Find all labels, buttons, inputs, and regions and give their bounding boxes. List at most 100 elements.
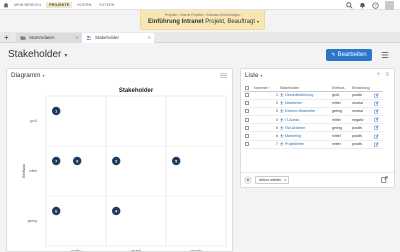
point-label: 1 bbox=[55, 109, 57, 113]
chevron-down-icon[interactable]: ▾ bbox=[64, 53, 67, 59]
project-header[interactable]: Projekte › Interne Projekte › Software-E… bbox=[140, 10, 265, 30]
stakeholder-link[interactable]: Mitarbeiter bbox=[285, 101, 302, 105]
cell-actions bbox=[373, 123, 383, 133]
table-row[interactable]: 1 Geschäftsführung groß positiv bbox=[244, 91, 383, 100]
stakeholder-link[interactable]: Geschäftsführung bbox=[285, 93, 313, 97]
pencil-icon: ✎ bbox=[331, 52, 336, 58]
row-checkbox[interactable] bbox=[245, 117, 249, 122]
edit-icon[interactable] bbox=[374, 92, 379, 98]
expand-button[interactable]: ▾ bbox=[244, 176, 252, 184]
cell-stakeholder[interactable]: Projektleiter bbox=[279, 140, 331, 149]
y-tick-label: groß bbox=[30, 119, 37, 123]
row-checkbox[interactable] bbox=[245, 125, 249, 130]
nav-extern[interactable]: EXTERN bbox=[96, 2, 117, 8]
table-row[interactable]: 5 SW-Anbieter gering positiv bbox=[244, 123, 383, 133]
row-select-cell[interactable] bbox=[244, 115, 253, 125]
select-all-checkbox[interactable] bbox=[245, 85, 249, 90]
row-select-cell[interactable] bbox=[244, 91, 253, 100]
plot-area bbox=[45, 95, 227, 247]
stakeholder-link[interactable]: Marketing bbox=[285, 134, 301, 138]
table-row[interactable]: 3 Externe Mitarbeiter gering neutral bbox=[244, 107, 383, 117]
edit-icon[interactable] bbox=[374, 125, 379, 131]
edit-icon[interactable] bbox=[374, 133, 379, 139]
project-title[interactable]: Einführung Intranet Projekt, Beauftragt ▾ bbox=[141, 19, 266, 25]
tab-label: Stammdaten bbox=[29, 35, 55, 40]
help-icon[interactable]: ? bbox=[372, 2, 379, 9]
cell-stakeholder[interactable]: Mitarbeiter bbox=[279, 99, 331, 108]
row-checkbox[interactable] bbox=[245, 142, 249, 147]
row-checkbox[interactable] bbox=[245, 134, 249, 139]
people-icon bbox=[280, 118, 284, 121]
list-panel: Liste ▾ + ≡ Nummer ↑ Stakeholder Einfluss… bbox=[240, 68, 395, 188]
cell-einfluss: gering bbox=[331, 107, 351, 117]
tab-stammdaten[interactable]: Stammdaten ✕ bbox=[16, 33, 82, 43]
chevron-down-icon[interactable]: ▾ bbox=[257, 19, 259, 24]
list-title[interactable]: Liste ▾ bbox=[245, 72, 263, 79]
cell-stakeholder[interactable]: IT-Admin bbox=[279, 115, 331, 125]
row-checkbox[interactable] bbox=[245, 101, 249, 106]
edit-icon[interactable] bbox=[374, 117, 379, 122]
cell-stakeholder[interactable]: Geschäftsführung bbox=[279, 91, 331, 100]
bell-icon[interactable] bbox=[359, 2, 366, 9]
stakeholder-link[interactable]: Projektleiter bbox=[285, 142, 304, 146]
edit-button-label: Bearbeiten bbox=[337, 52, 367, 58]
row-select-cell[interactable] bbox=[244, 140, 253, 149]
table-row[interactable]: 4 IT-Admin mittel negativ bbox=[244, 115, 383, 125]
row-select-cell[interactable] bbox=[244, 131, 253, 141]
cell-nummer: 5 bbox=[253, 123, 279, 133]
cell-nummer: 7 bbox=[253, 140, 279, 149]
tab-stakeholder[interactable]: Stakeholder ✕ bbox=[82, 33, 154, 43]
cell-einfluss: mittel bbox=[331, 99, 351, 108]
page-title-text: Stakeholder bbox=[8, 49, 62, 60]
table-row[interactable]: 6 Marketing mittel positiv bbox=[244, 131, 383, 141]
edit-icon[interactable] bbox=[374, 109, 379, 114]
people-icon bbox=[280, 142, 284, 146]
cell-stakeholder[interactable]: SW-Anbieter bbox=[279, 123, 331, 133]
stakeholder-chart: Stakeholder positiv neutral negativ groß mitt… bbox=[21, 88, 227, 251]
cell-actions bbox=[373, 107, 383, 117]
people-icon bbox=[280, 101, 284, 105]
stakeholder-link[interactable]: Externe Mitarbeiter bbox=[285, 109, 315, 113]
people-icon bbox=[280, 93, 284, 97]
point-label: 7 bbox=[55, 159, 57, 163]
row-checkbox[interactable] bbox=[245, 93, 249, 98]
search-icon[interactable] bbox=[346, 2, 353, 9]
stakeholder-link[interactable]: IT-Admin bbox=[285, 118, 299, 122]
nav-mein-bereich[interactable]: MEIN BEREICH bbox=[11, 2, 44, 8]
svg-text:?: ? bbox=[374, 3, 377, 8]
chevron-down-icon[interactable]: ▾ bbox=[261, 73, 263, 78]
folder-icon bbox=[20, 36, 26, 40]
sort-icon[interactable]: ↑ bbox=[269, 86, 271, 90]
cell-stakeholder[interactable]: Marketing bbox=[279, 131, 331, 141]
home-icon[interactable] bbox=[3, 2, 9, 8]
close-icon[interactable]: ✕ bbox=[148, 33, 151, 43]
action-select[interactable]: Aktion wählen ▾ bbox=[255, 176, 289, 184]
table-row[interactable]: 2 Mitarbeiter mittel neutral bbox=[244, 99, 383, 108]
export-icon[interactable] bbox=[381, 176, 388, 183]
row-checkbox[interactable] bbox=[245, 109, 249, 114]
nav-projekte[interactable]: PROJEKTE bbox=[46, 2, 73, 8]
edit-icon[interactable] bbox=[374, 142, 379, 147]
edit-icon[interactable] bbox=[374, 101, 379, 106]
row-select-cell[interactable] bbox=[244, 123, 253, 133]
breadcrumb[interactable]: Projekte › Interne Projekte › Software-E… bbox=[141, 13, 266, 17]
chart-title: Stakeholder bbox=[119, 88, 154, 94]
people-icon bbox=[280, 126, 284, 130]
edit-button[interactable]: ✎ Bearbeiten bbox=[326, 49, 372, 61]
user-avatar[interactable] bbox=[385, 1, 394, 10]
close-icon[interactable]: ✕ bbox=[76, 33, 79, 43]
top-icons: ? bbox=[346, 1, 394, 10]
stakeholder-link[interactable]: SW-Anbieter bbox=[285, 126, 305, 130]
nav-intern[interactable]: INTERN bbox=[74, 2, 94, 8]
add-tab-button[interactable]: + bbox=[4, 33, 9, 42]
page-title[interactable]: Stakeholder ▾ bbox=[8, 49, 67, 60]
add-icon[interactable]: + bbox=[377, 72, 381, 78]
list-footer: ▾ Aktion wählen ▾ bbox=[241, 172, 394, 187]
cell-stakeholder[interactable]: Externe Mitarbeiter bbox=[279, 107, 331, 117]
table-row[interactable]: 7 Projektleiter mittel positiv bbox=[244, 140, 383, 149]
row-select-cell[interactable] bbox=[244, 107, 253, 117]
menu-icon[interactable] bbox=[381, 51, 389, 59]
list-title-text: Liste bbox=[245, 72, 259, 79]
list-menu-icon[interactable]: ≡ bbox=[385, 72, 389, 78]
row-select-cell[interactable] bbox=[244, 99, 253, 108]
